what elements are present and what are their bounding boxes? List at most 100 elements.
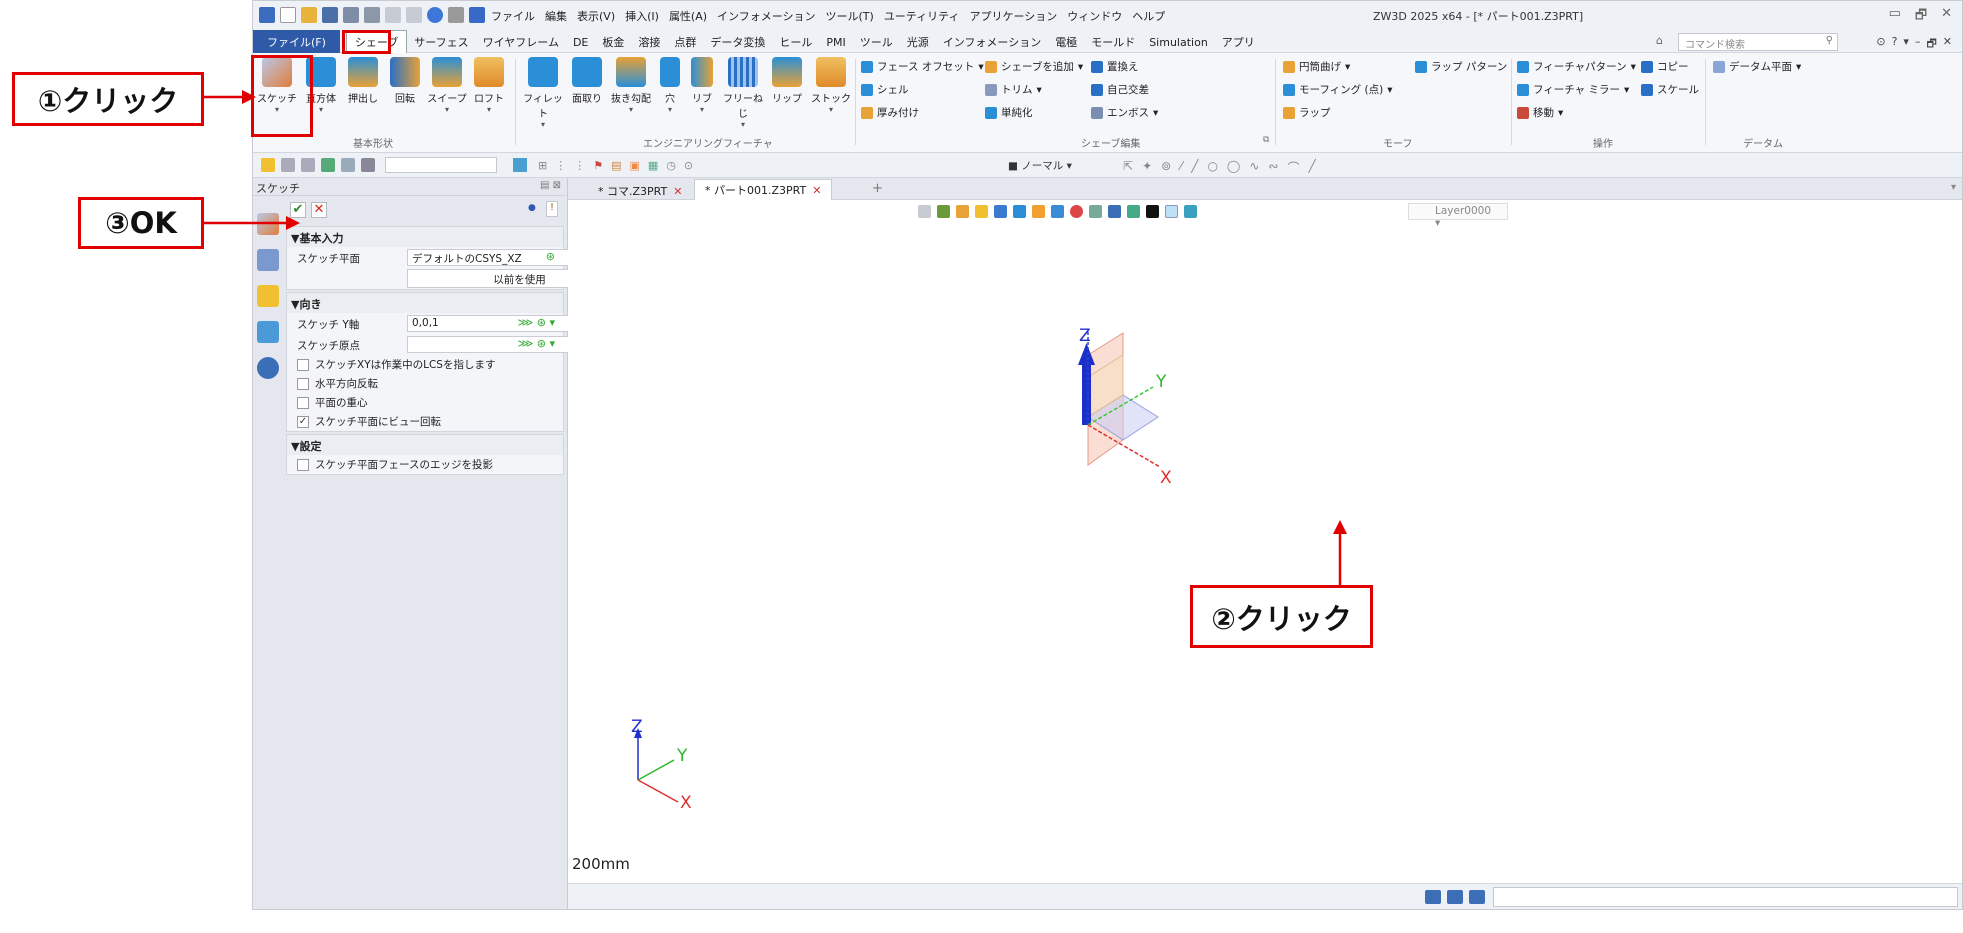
save-as-icon[interactable]: [364, 7, 380, 23]
lip-button[interactable]: リップ: [767, 57, 807, 105]
crosshair-icon[interactable]: [281, 158, 295, 172]
tab-data-convert[interactable]: データ変換: [703, 31, 772, 53]
tab-simulation[interactable]: Simulation: [1142, 33, 1215, 52]
hole-button[interactable]: 穴 ▾: [655, 57, 685, 114]
search-icon[interactable]: ⚲: [1826, 35, 1833, 46]
datum-plane-button[interactable]: データム平面 ▾: [1713, 59, 1801, 74]
menu-attribute[interactable]: 属性(A): [669, 8, 707, 24]
menu-insert[interactable]: 挿入(I): [625, 8, 659, 24]
menu-file[interactable]: ファイル: [491, 8, 535, 24]
checkbox[interactable]: [297, 396, 309, 409]
tab-file[interactable]: ファイル(F): [253, 30, 340, 54]
refresh-icon[interactable]: [427, 7, 443, 23]
thicken-button[interactable]: 厚み付け: [861, 105, 919, 120]
status-view-icon[interactable]: [1425, 890, 1441, 904]
dialog-launcher-icon[interactable]: ⧉: [1263, 135, 1269, 145]
lcs-checkbox-row[interactable]: スケッチXYは作業中のLCSを指します: [287, 355, 563, 374]
arc-icon[interactable]: ⌒: [1287, 159, 1299, 176]
ribbon-minimize-icon[interactable]: –: [1915, 35, 1921, 54]
layer-icon[interactable]: [1089, 205, 1102, 218]
shading-icon[interactable]: [1013, 205, 1026, 218]
pick-icon[interactable]: [261, 158, 275, 172]
color-swatch-icon[interactable]: [1146, 205, 1159, 218]
settings-icon[interactable]: ⊙: [1876, 35, 1885, 54]
line-icon[interactable]: ⁄: [1180, 159, 1182, 176]
line-icon[interactable]: ╱: [1191, 159, 1198, 176]
flag-icon[interactable]: ⚑: [593, 159, 603, 172]
tab-sheet-metal[interactable]: 板金: [595, 31, 631, 53]
tab-wireframe[interactable]: ワイヤフレーム: [476, 31, 566, 53]
filter-icon[interactable]: [1127, 205, 1140, 218]
app-logo-icon[interactable]: [259, 7, 275, 23]
extrude-button[interactable]: 押出し: [343, 57, 383, 105]
chamfer-button[interactable]: 面取り: [567, 57, 607, 105]
panel-controls[interactable]: ▤ ⊠: [540, 180, 561, 191]
loft-button[interactable]: ロフト ▾: [469, 57, 509, 114]
tab-point-cloud[interactable]: 点群: [667, 31, 703, 53]
tab-weld[interactable]: 溶接: [631, 31, 667, 53]
checkbox[interactable]: ✓: [297, 415, 309, 428]
feature-mirror-button[interactable]: フィーチャ ミラー ▾: [1517, 82, 1629, 97]
new-tab-icon[interactable]: +: [872, 181, 883, 196]
menu-edit[interactable]: 編集: [545, 8, 567, 24]
part-icon[interactable]: [257, 285, 279, 307]
origin-options-icon[interactable]: ⋙ ⊛ ▾: [518, 337, 555, 350]
doc-tab-part001[interactable]: * パート001.Z3PRT ✕: [694, 179, 833, 200]
save-icon[interactable]: [322, 7, 338, 23]
add-shape-button[interactable]: シェーブを追加 ▾: [985, 59, 1083, 74]
tabs-menu-icon[interactable]: ▾: [1951, 182, 1956, 193]
circle-icon[interactable]: ⊚: [1161, 159, 1171, 176]
display-icon[interactable]: [937, 205, 950, 218]
status-window-icon[interactable]: [1469, 890, 1485, 904]
user-icon[interactable]: [257, 357, 279, 379]
section-header-settings[interactable]: ▼設定: [287, 435, 563, 455]
menu-application[interactable]: アプリケーション: [970, 8, 1058, 24]
checkbox[interactable]: [297, 358, 309, 371]
circle-icon[interactable]: ◯: [1227, 159, 1240, 176]
undo-icon[interactable]: [385, 7, 401, 23]
tab-electrode[interactable]: 電極: [1048, 31, 1084, 53]
axis-options-icon[interactable]: ⋙ ⊛ ▾: [518, 316, 555, 329]
face-offset-button[interactable]: フェース オフセット ▾: [861, 59, 984, 74]
status-input[interactable]: [1493, 887, 1958, 907]
hexagon-icon[interactable]: [341, 158, 355, 172]
help-icon[interactable]: !: [546, 201, 558, 217]
pin-icon[interactable]: ●: [528, 203, 540, 215]
3d-viewport[interactable]: Layer0000 ▾ Z Y X Z Y X 200mm: [568, 200, 1962, 883]
scale-button[interactable]: スケール: [1641, 82, 1699, 97]
trim-button[interactable]: トリム ▾: [985, 82, 1042, 97]
view-cube-icon[interactable]: [994, 205, 1007, 218]
circle-icon[interactable]: ○: [1207, 159, 1217, 176]
color-swatch-icon[interactable]: [1165, 205, 1178, 218]
curve-icon[interactable]: ∾: [1268, 159, 1278, 176]
material-icon[interactable]: [1184, 205, 1197, 218]
tab-information[interactable]: インフォメーション: [936, 31, 1048, 53]
close-tab-icon[interactable]: ✕: [812, 184, 821, 197]
move-button[interactable]: 移動 ▾: [1517, 105, 1563, 120]
csys-triad[interactable]: [1048, 325, 1168, 485]
revolve-button[interactable]: 回転: [385, 57, 425, 105]
close-window-button[interactable]: ✕: [1941, 6, 1952, 28]
menu-tools[interactable]: ツール(T): [826, 8, 874, 24]
tab-apps[interactable]: アプリ: [1215, 31, 1262, 53]
ribbon-restore-icon[interactable]: 🗗: [1926, 35, 1936, 54]
ribbon-close-icon[interactable]: ✕: [1943, 35, 1952, 54]
menu-view[interactable]: 表示(V): [577, 8, 615, 24]
copy-button[interactable]: コピー: [1641, 59, 1689, 74]
image-icon[interactable]: [257, 321, 279, 343]
line-icon[interactable]: [301, 158, 315, 172]
help-icon[interactable]: ?: [1892, 35, 1898, 54]
tab-de[interactable]: DE: [566, 33, 595, 52]
filter-toggle-icon[interactable]: [361, 158, 375, 172]
flip-horizontal-checkbox-row[interactable]: 水平方向反転: [287, 374, 563, 393]
plane-centroid-checkbox-row[interactable]: 平面の重心: [287, 393, 563, 412]
tab-heal[interactable]: ヒール: [772, 31, 819, 53]
tab-surface[interactable]: サーフェス: [407, 31, 475, 53]
tab-pmi[interactable]: PMI: [819, 33, 852, 52]
menu-window[interactable]: ウィンドウ: [1067, 8, 1122, 24]
layer-manager-icon[interactable]: [1108, 205, 1121, 218]
redo-icon[interactable]: [406, 7, 422, 23]
curve-icon[interactable]: ∿: [1249, 159, 1259, 176]
close-tab-icon[interactable]: ✕: [673, 185, 682, 198]
snap-icon[interactable]: ▣: [630, 159, 640, 172]
